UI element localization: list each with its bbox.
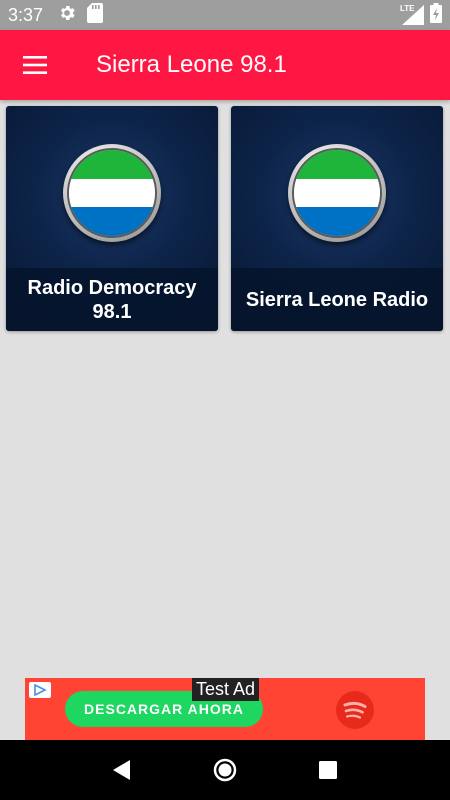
station-grid: Radio Democracy 98.1 Sierra Leone Radio — [6, 106, 444, 331]
home-button[interactable] — [205, 750, 245, 790]
back-button[interactable] — [102, 750, 142, 790]
back-triangle-icon — [112, 760, 130, 780]
station-card-radio-democracy[interactable]: Radio Democracy 98.1 — [6, 106, 218, 331]
station-name: Radio Democracy 98.1 — [27, 276, 197, 323]
signal-icon: LTE — [400, 4, 424, 25]
ad-banner[interactable]: DESCARGAR AHORA Test Ad — [25, 678, 425, 740]
hamburger-icon — [23, 56, 47, 74]
home-circle-icon — [213, 758, 237, 782]
sierra-leone-flag-icon — [63, 144, 161, 242]
network-type-label: LTE — [400, 4, 415, 13]
menu-button[interactable] — [0, 30, 70, 100]
status-bar: 3:37 LTE — [0, 0, 450, 30]
settings-icon — [57, 3, 77, 27]
status-time: 3:37 — [8, 4, 44, 25]
sierra-leone-flag-icon — [288, 144, 386, 242]
recents-button[interactable] — [308, 750, 348, 790]
spotify-logo-icon — [336, 691, 374, 729]
station-name-caption: Radio Democracy 98.1 — [6, 268, 218, 331]
recents-square-icon — [319, 761, 338, 779]
station-name: Sierra Leone Radio — [245, 288, 429, 311]
test-ad-label: Test Ad — [192, 678, 260, 701]
adchoices-icon[interactable] — [29, 682, 51, 698]
battery-charging-icon — [430, 3, 442, 27]
page-title: Sierra Leone 98.1 — [96, 51, 287, 78]
app-bar: Sierra Leone 98.1 — [0, 30, 450, 100]
sd-card-icon — [87, 3, 104, 27]
station-name-caption: Sierra Leone Radio — [231, 268, 443, 331]
system-navigation-bar — [0, 740, 450, 800]
station-card-sierra-leone-radio[interactable]: Sierra Leone Radio — [231, 106, 443, 331]
